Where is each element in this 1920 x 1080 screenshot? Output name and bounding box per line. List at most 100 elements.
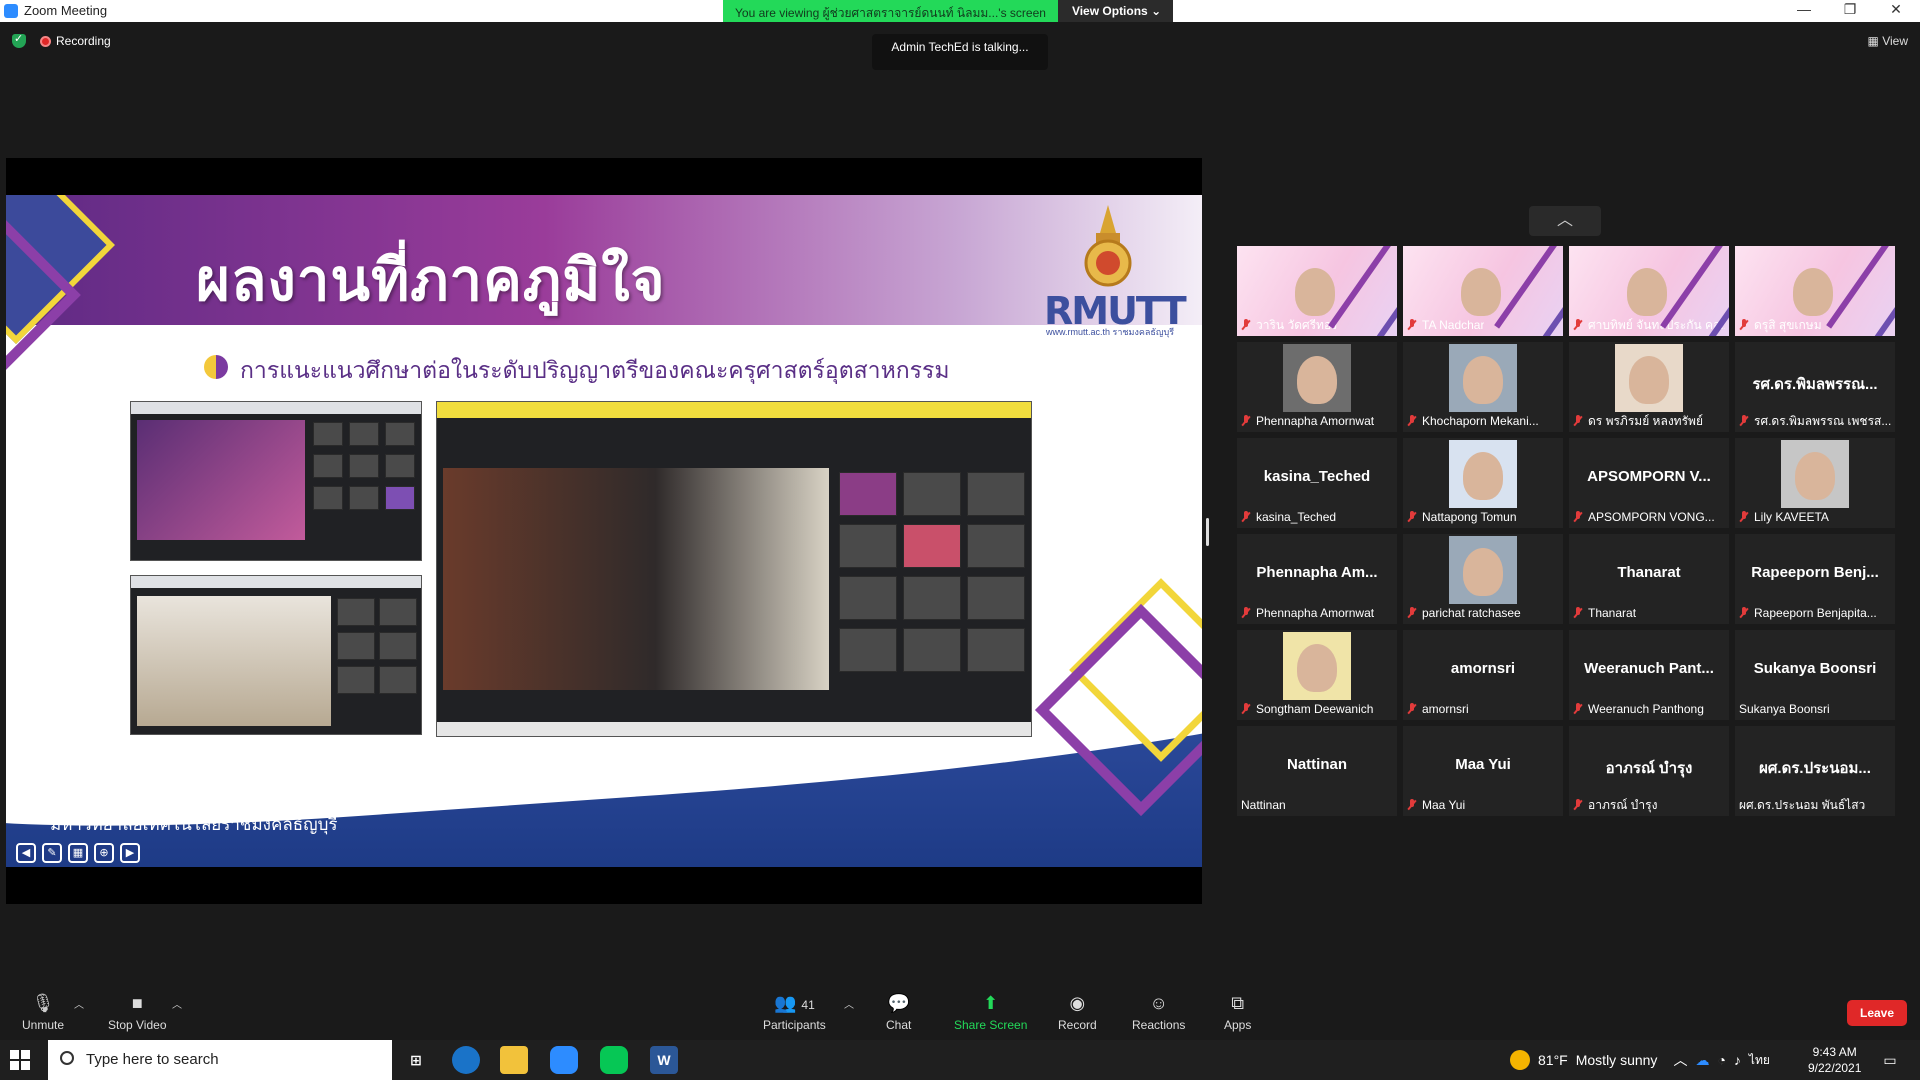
- wifi-icon[interactable]: ◔: [1717, 1052, 1725, 1068]
- weather-sun-icon[interactable]: [1510, 1050, 1530, 1070]
- stop-video-button[interactable]: ■ Stop Video: [108, 992, 167, 1032]
- slide-title: ผลงานที่ภาคภูมิใจ: [196, 248, 666, 313]
- participant-display-name: ผศ.ดร.ประนอม...: [1759, 760, 1871, 777]
- participant-tile[interactable]: Songtham Deewanich: [1237, 630, 1397, 720]
- participant-video: [1449, 440, 1517, 508]
- participant-tile[interactable]: Phennapha Amornwat: [1237, 342, 1397, 432]
- minimize-button[interactable]: —: [1784, 1, 1824, 21]
- weather-temp[interactable]: 81°F: [1538, 1052, 1568, 1068]
- participant-tile[interactable]: Weeranuch Pant... Weeranuch Panthong: [1569, 630, 1729, 720]
- participant-tile[interactable]: ผศ.ดร.ประนอม... ผศ.ดร.ประนอม พันธ์ไสว: [1735, 726, 1895, 816]
- slides-grid-icon[interactable]: ▦: [68, 843, 88, 863]
- footer-line-1: งานประกันคุณภาพการศึกษา: [50, 759, 261, 778]
- participant-tile[interactable]: TA Nadchar: [1403, 246, 1563, 336]
- mic-muted-icon: [1739, 607, 1749, 619]
- participant-tile[interactable]: Thanarat Thanarat: [1569, 534, 1729, 624]
- participant-name: Rapeeporn Benjapita...: [1754, 606, 1877, 620]
- mic-muted-icon: [1573, 607, 1583, 619]
- participant-tile[interactable]: Sukanya Boonsri Sukanya Boonsri: [1735, 630, 1895, 720]
- notifications-icon[interactable]: ▭: [1876, 1046, 1904, 1074]
- participant-video: [1781, 440, 1849, 508]
- participant-name: อาภรณ์ บำรุง: [1588, 797, 1658, 812]
- view-options-button[interactable]: View Options ⌄: [1057, 0, 1174, 22]
- participant-display-name: kasina_Teched: [1263, 468, 1371, 485]
- share-screen-button[interactable]: ⬆ Share Screen: [954, 992, 1027, 1032]
- participants-label: Participants: [763, 1018, 826, 1032]
- mic-muted-icon: [1241, 607, 1251, 619]
- participant-tile[interactable]: Nattapong Tomun: [1403, 438, 1563, 528]
- participant-tile[interactable]: ศาบทิพย์ จันทะประกัน คอ...: [1569, 246, 1729, 336]
- mic-muted-icon: [1573, 703, 1583, 715]
- stop-video-label: Stop Video: [108, 1018, 167, 1032]
- participant-name-label: Nattapong Tomun: [1407, 509, 1517, 525]
- maximize-button[interactable]: ❐: [1830, 1, 1870, 21]
- participant-tile[interactable]: amornsri amornsri: [1403, 630, 1563, 720]
- record-label: Record: [1058, 1018, 1097, 1032]
- previous-slide-icon[interactable]: ◀: [16, 843, 36, 863]
- taskbar-search-box[interactable]: Type here to search: [48, 1040, 392, 1080]
- reactions-button[interactable]: ☺ Reactions: [1132, 992, 1185, 1032]
- weather-desc[interactable]: Mostly sunny: [1576, 1052, 1658, 1068]
- participant-tile[interactable]: อาภรณ์ บำรุง อาภรณ์ บำรุง: [1569, 726, 1729, 816]
- tray-chevron-up-icon[interactable]: ︿: [1673, 1050, 1687, 1070]
- grid-icon: ▦: [1867, 34, 1879, 48]
- participant-tile[interactable]: รศ.ดร.พิมลพรรณ... รศ.ดร.พิมลพรรณ เพชรส...: [1735, 342, 1895, 432]
- participant-face: [1793, 268, 1833, 316]
- participant-name: amornsri: [1422, 702, 1469, 716]
- leave-button[interactable]: Leave: [1847, 1000, 1907, 1026]
- participant-tile[interactable]: parichat ratchasee: [1403, 534, 1563, 624]
- taskbar-clock[interactable]: 9:43 AM 9/22/2021: [1808, 1044, 1861, 1076]
- input-language[interactable]: ไทย: [1749, 1051, 1770, 1070]
- unmute-label: Unmute: [22, 1018, 65, 1032]
- participants-button[interactable]: 👥 41 Participants: [763, 992, 826, 1032]
- pen-icon[interactable]: ✎: [42, 843, 62, 863]
- participant-name: parichat ratchasee: [1422, 606, 1521, 620]
- participant-name: Lily KAVEETA: [1754, 510, 1829, 524]
- word-app-icon[interactable]: W: [650, 1046, 678, 1074]
- participant-tile[interactable]: Rapeeporn Benj... Rapeeporn Benjapita...: [1735, 534, 1895, 624]
- gallery-scroll-up-button[interactable]: ︿: [1529, 206, 1601, 236]
- participant-tile[interactable]: Phennapha Am... Phennapha Amornwat: [1237, 534, 1397, 624]
- chevron-up-icon: ︿: [1556, 212, 1573, 229]
- recording-indicator[interactable]: Recording: [40, 34, 111, 48]
- file-explorer-icon[interactable]: [500, 1046, 528, 1074]
- participant-tile[interactable]: APSOMPORN V... APSOMPORN VONG...: [1569, 438, 1729, 528]
- participant-display-name: รศ.ดร.พิมลพรรณ...: [1752, 376, 1878, 393]
- task-view-icon[interactable]: ⊞: [402, 1046, 430, 1074]
- participant-name-label: Sukanya Boonsri: [1739, 701, 1830, 717]
- onedrive-cloud-icon[interactable]: ☁: [1695, 1052, 1709, 1069]
- participant-tile[interactable]: ดร พรภิรมย์ หลงทรัพย์: [1569, 342, 1729, 432]
- security-shield-icon[interactable]: [12, 32, 26, 48]
- participant-tile[interactable]: Nattinan Nattinan: [1237, 726, 1397, 816]
- mic-muted-icon: [1407, 511, 1417, 523]
- participant-tile[interactable]: Maa Yui Maa Yui: [1403, 726, 1563, 816]
- apps-label: Apps: [1224, 1018, 1252, 1032]
- participant-tile[interactable]: kasina_Teched kasina_Teched: [1237, 438, 1397, 528]
- zoom-app-icon[interactable]: [550, 1046, 578, 1074]
- search-icon: [60, 1051, 74, 1065]
- view-button[interactable]: ▦ View: [1868, 34, 1908, 48]
- apps-button[interactable]: ⧉ Apps: [1224, 992, 1251, 1032]
- participant-face: [1463, 356, 1503, 404]
- split-divider-handle[interactable]: [1206, 518, 1209, 546]
- mic-muted-icon: [1241, 511, 1251, 523]
- record-button[interactable]: ◉ Record: [1058, 992, 1097, 1032]
- unmute-button[interactable]: 🎙 Unmute: [22, 992, 64, 1032]
- speaker-icon[interactable]: ♪: [1734, 1052, 1741, 1068]
- video-options-caret[interactable]: ︿: [172, 996, 182, 1011]
- participant-tile[interactable]: Khochaporn Mekani...: [1403, 342, 1563, 432]
- next-slide-icon[interactable]: ▶: [120, 843, 140, 863]
- participant-tile[interactable]: Lily KAVEETA: [1735, 438, 1895, 528]
- mic-muted-icon: [1573, 319, 1583, 331]
- close-button[interactable]: ✕: [1876, 1, 1916, 21]
- participant-display-name: Weeranuch Pant...: [1584, 660, 1714, 677]
- chat-button[interactable]: 💬 Chat: [886, 992, 911, 1032]
- audio-options-caret[interactable]: ︿: [74, 996, 84, 1011]
- participants-options-caret[interactable]: ︿: [844, 996, 854, 1011]
- participant-tile[interactable]: ดรุสิ สุขเกษม: [1735, 246, 1895, 336]
- edge-browser-icon[interactable]: [452, 1046, 480, 1074]
- windows-start-icon[interactable]: [10, 1050, 30, 1070]
- zoom-slide-icon[interactable]: ⊕: [94, 843, 114, 863]
- participant-tile[interactable]: วาริน วัดศรีทอง: [1237, 246, 1397, 336]
- line-app-icon[interactable]: [600, 1046, 628, 1074]
